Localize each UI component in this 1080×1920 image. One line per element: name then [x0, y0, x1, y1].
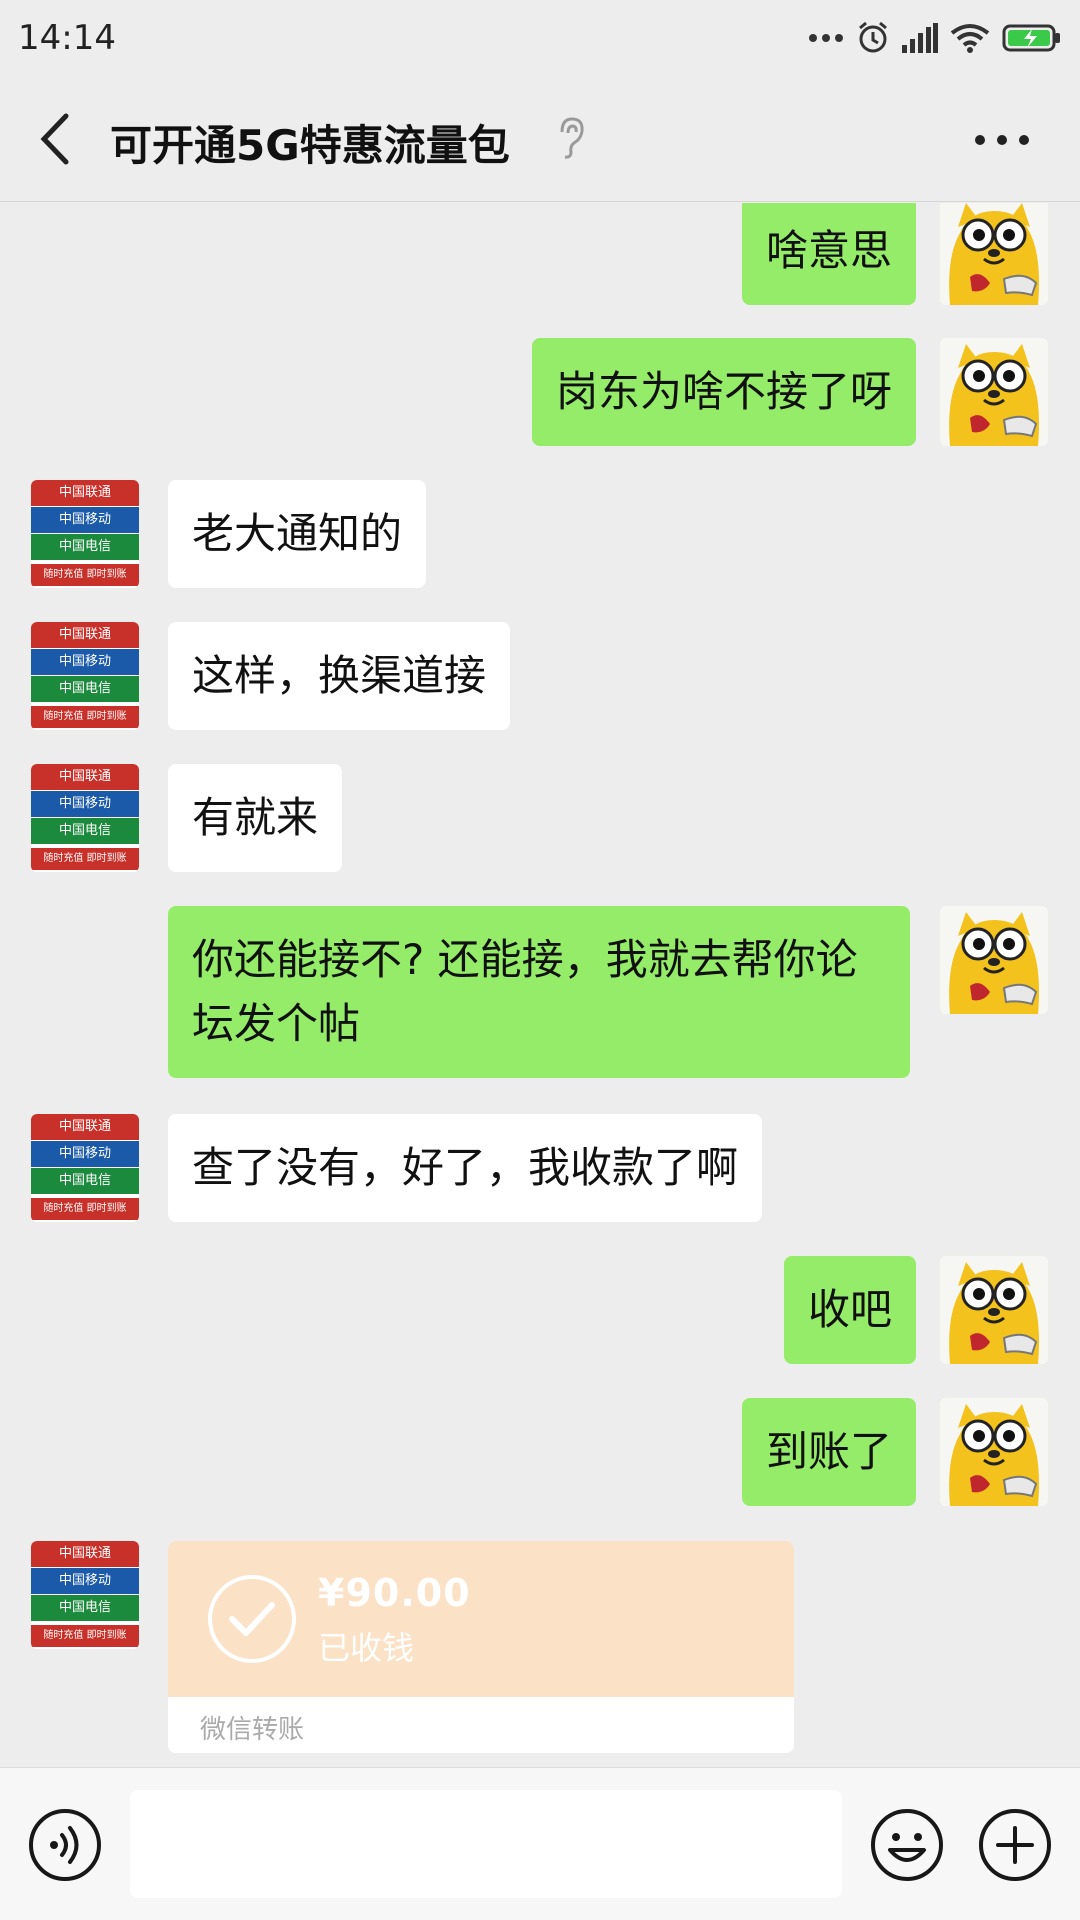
telco-line-telecom: 中国电信: [31, 1595, 139, 1621]
message-bubble-in[interactable]: 有就来: [168, 764, 343, 872]
telco-line-telecom: 中国电信: [31, 676, 139, 702]
contact-avatar[interactable]: 中国联通 中国移动 中国电信 随时充值 即时到账: [31, 1541, 139, 1649]
message-bubble-out[interactable]: 你还能接不? 还能接，我就去帮你论坛发个帖: [168, 906, 910, 1078]
telco-line-unicom: 中国联通: [31, 1114, 139, 1140]
telco-line-telecom: 中国电信: [31, 818, 139, 844]
telco-line-slogan: 随时充值 即时到账: [31, 848, 139, 870]
telco-line-slogan: 随时充值 即时到账: [31, 1198, 139, 1220]
transfer-label: 微信转账: [200, 1715, 305, 1745]
cat-avatar-icon: [940, 1256, 1048, 1364]
cat-avatar-icon: [940, 1398, 1048, 1506]
message-bubble-out[interactable]: 啥意思: [741, 203, 916, 305]
cat-avatar-icon: [940, 338, 1048, 446]
emoji-icon[interactable]: [870, 1808, 944, 1882]
title-bar: 可开通5G特惠流量包: [0, 76, 1080, 202]
alarm-icon: [859, 21, 887, 53]
cat-avatar-icon: [940, 203, 1048, 305]
status-time: 14:14: [18, 18, 116, 58]
chevron-left-icon[interactable]: [30, 108, 80, 170]
telco-line-slogan: 随时充值 即时到账: [31, 564, 139, 586]
telco-line-mobile: 中国移动: [31, 791, 139, 817]
telco-line-mobile: 中国移动: [31, 1141, 139, 1167]
my-avatar[interactable]: [940, 1398, 1048, 1506]
transfer-card-footer: 微信转账: [168, 1697, 794, 1753]
contact-avatar[interactable]: 中国联通 中国移动 中国电信 随时充值 即时到账: [31, 622, 139, 730]
telco-line-slogan: 随时充值 即时到账: [31, 706, 139, 728]
transfer-status: 已收钱: [318, 1629, 415, 1667]
input-bar: [0, 1767, 1080, 1920]
status-icons: [808, 21, 1062, 55]
my-avatar[interactable]: [940, 1256, 1048, 1364]
telco-line-mobile: 中国移动: [31, 507, 139, 533]
more-notifications-icon: [809, 34, 843, 42]
telco-line-unicom: 中国联通: [31, 1541, 139, 1567]
my-avatar[interactable]: [940, 338, 1048, 446]
message-list[interactable]: 啥意思 岗东为啥不接了呀 中国联通 中国移动 中国电信 随时充值 即时到账 老大…: [0, 203, 1080, 1767]
transfer-card-body: ¥90.00 已收钱: [168, 1541, 794, 1697]
message-bubble-out[interactable]: 岗东为啥不接了呀: [531, 338, 916, 446]
message-input[interactable]: [130, 1790, 842, 1898]
plus-icon[interactable]: [978, 1808, 1052, 1882]
chat-title: 可开通5G特惠流量包: [110, 121, 510, 170]
message-bubble-in[interactable]: 这样，换渠道接: [168, 622, 511, 730]
telco-line-mobile: 中国移动: [31, 1568, 139, 1594]
check-circle-icon: [208, 1575, 296, 1663]
contact-avatar[interactable]: 中国联通 中国移动 中国电信 随时充值 即时到账: [31, 764, 139, 872]
contact-avatar[interactable]: 中国联通 中国移动 中国电信 随时充值 即时到账: [31, 480, 139, 588]
telco-line-unicom: 中国联通: [31, 622, 139, 648]
status-bar: 14:14: [0, 0, 1080, 76]
message-bubble-in[interactable]: 查了没有，好了，我收款了啊: [168, 1114, 763, 1222]
transfer-card[interactable]: ¥90.00 已收钱 微信转账: [168, 1541, 794, 1753]
telco-line-unicom: 中国联通: [31, 764, 139, 790]
wifi-icon: [950, 24, 990, 53]
message-bubble-in[interactable]: 老大通知的: [168, 480, 427, 588]
transfer-amount: ¥90.00: [318, 1571, 471, 1615]
voice-icon[interactable]: [28, 1808, 102, 1882]
telco-line-telecom: 中国电信: [31, 1168, 139, 1194]
my-avatar[interactable]: [940, 906, 1048, 1014]
ear-icon: [560, 117, 584, 159]
signal-icon: [902, 23, 938, 53]
cat-avatar-icon: [940, 906, 1048, 1014]
more-dots-icon[interactable]: [974, 132, 1030, 148]
telco-line-telecom: 中国电信: [31, 534, 139, 560]
telco-line-unicom: 中国联通: [31, 480, 139, 506]
message-bubble-out[interactable]: 到账了: [741, 1398, 916, 1506]
contact-avatar[interactable]: 中国联通 中国移动 中国电信 随时充值 即时到账: [31, 1114, 139, 1222]
message-bubble-out[interactable]: 收吧: [783, 1256, 916, 1364]
battery-icon: [1002, 24, 1060, 52]
telco-line-slogan: 随时充值 即时到账: [31, 1625, 139, 1647]
telco-line-mobile: 中国移动: [31, 649, 139, 675]
my-avatar[interactable]: [940, 203, 1048, 305]
